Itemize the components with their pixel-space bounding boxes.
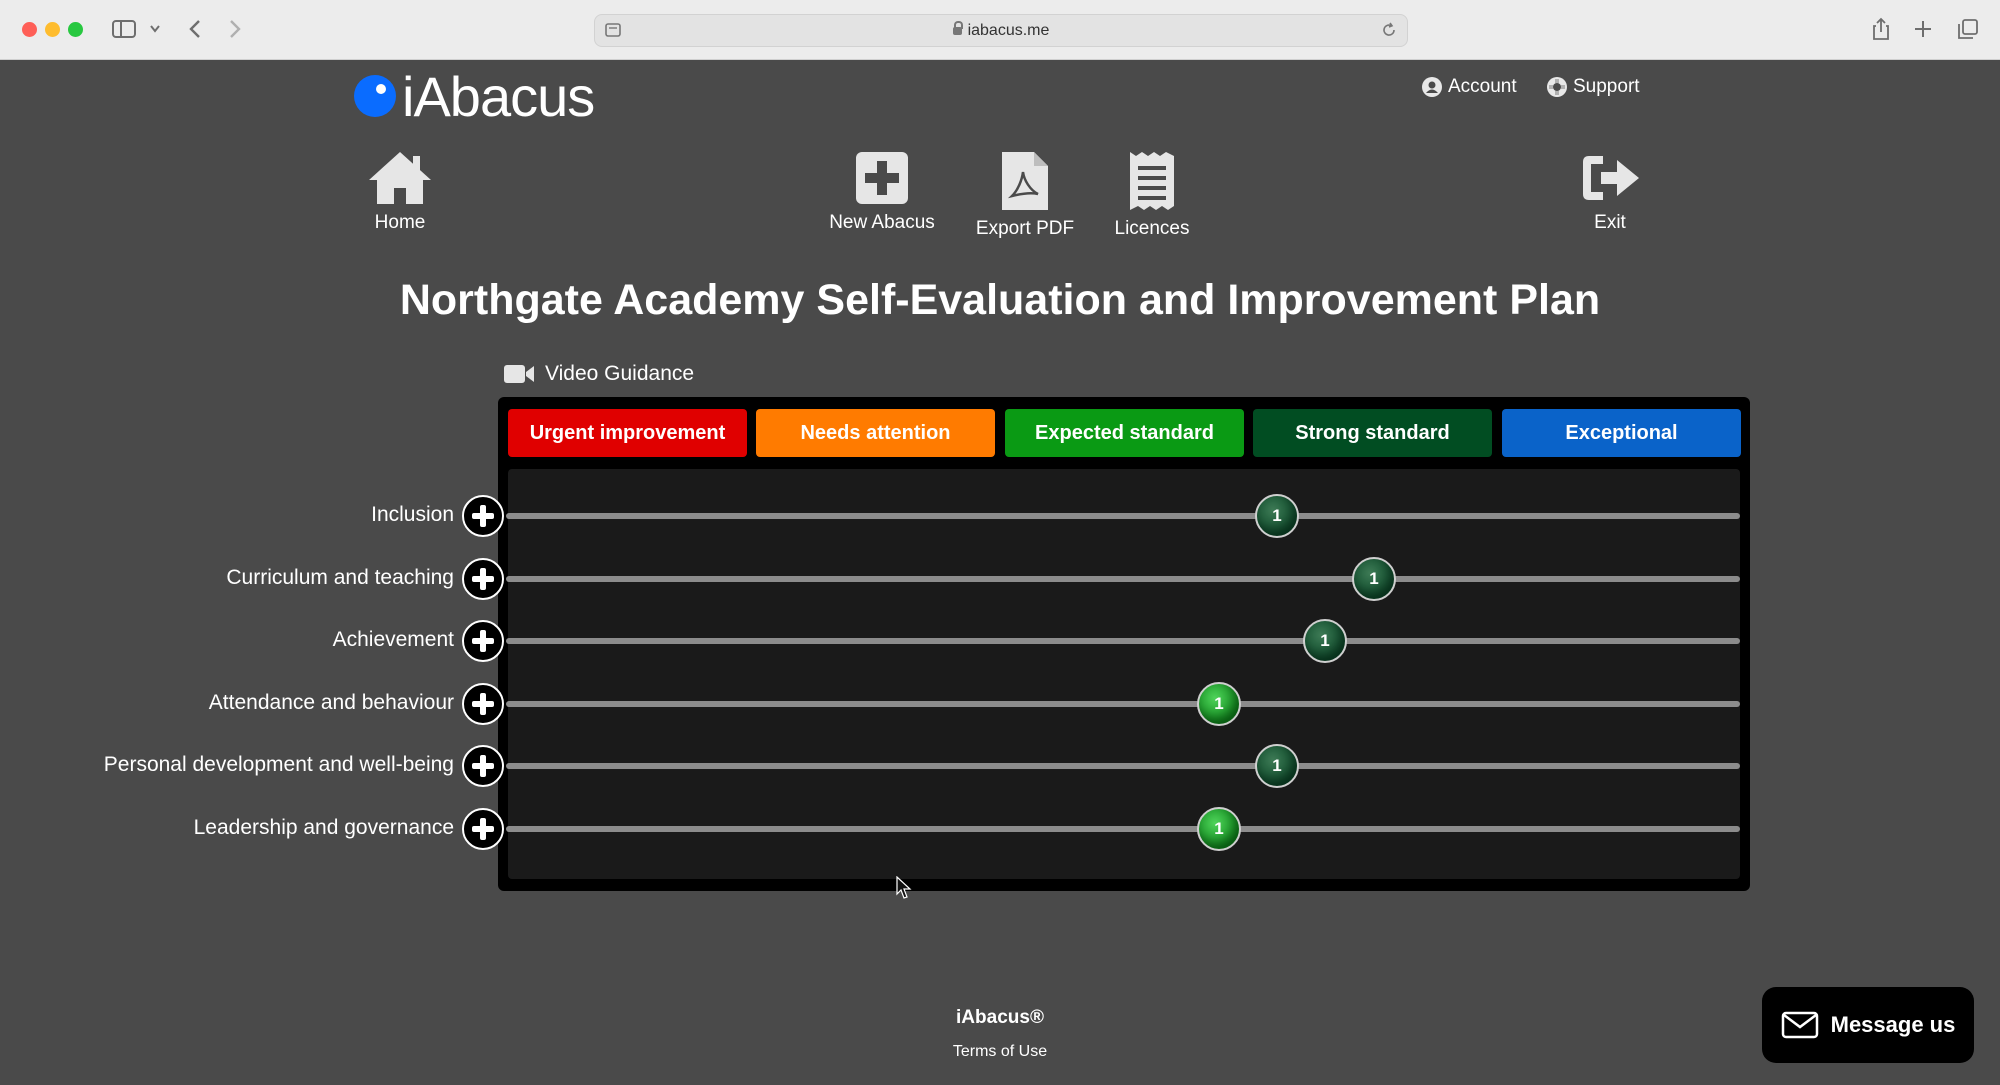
abacus-bead[interactable]: 1: [1197, 682, 1241, 726]
lifebuoy-icon: [1547, 77, 1567, 97]
row-rail: [506, 763, 1740, 769]
abacus-bead[interactable]: 1: [1197, 807, 1241, 851]
add-bead-button[interactable]: [462, 620, 504, 662]
footer-brand: iAbacus®: [956, 1007, 1044, 1028]
add-bead-button[interactable]: [462, 558, 504, 600]
row-label: Leadership and governance: [193, 816, 454, 839]
nav-exit[interactable]: Exit: [1570, 150, 1650, 234]
abacus-bead[interactable]: 1: [1303, 619, 1347, 663]
stage-needs-attention[interactable]: Needs attention: [756, 409, 995, 457]
row-rail: [506, 701, 1740, 707]
row-rail: [506, 513, 1740, 519]
minimize-window-button[interactable]: [45, 22, 60, 37]
row-label: Personal development and well-being: [103, 753, 454, 776]
tab-overview-icon[interactable]: [1958, 19, 1978, 39]
nav-export-pdf[interactable]: Export PDF: [970, 150, 1080, 240]
logo-dot-icon: [354, 75, 396, 117]
user-circle-icon: [1422, 77, 1442, 97]
add-bead-button[interactable]: [462, 495, 504, 537]
address-bar[interactable]: iabacus.me: [594, 14, 1408, 47]
back-icon[interactable]: [188, 19, 202, 39]
chevron-down-icon[interactable]: [150, 25, 160, 33]
row-label: Inclusion: [371, 503, 454, 526]
row-label: Curriculum and teaching: [226, 566, 454, 589]
zoom-window-button[interactable]: [68, 22, 83, 37]
support-link[interactable]: Support: [1547, 76, 1640, 98]
url-text: iabacus.me: [595, 21, 1407, 40]
nav-new-abacus[interactable]: New Abacus: [826, 150, 938, 234]
stage-expected-standard[interactable]: Expected standard: [1005, 409, 1244, 457]
add-bead-button[interactable]: [462, 683, 504, 725]
add-bead-button[interactable]: [462, 808, 504, 850]
share-icon[interactable]: [1872, 17, 1890, 41]
row-label: Attendance and behaviour: [208, 691, 454, 714]
reload-icon[interactable]: [1381, 22, 1397, 38]
abacus-bead[interactable]: 1: [1352, 557, 1396, 601]
plus-square-icon: [856, 152, 908, 204]
sidebar-icon[interactable]: [112, 19, 136, 39]
add-bead-button[interactable]: [462, 745, 504, 787]
receipt-icon: [1130, 152, 1174, 210]
page-title: Northgate Academy Self-Evaluation and Im…: [399, 276, 1601, 324]
stage-strong-standard[interactable]: Strong standard: [1253, 409, 1492, 457]
abacus-bead[interactable]: 1: [1255, 494, 1299, 538]
nav-home[interactable]: Home: [360, 150, 440, 234]
message-us-button[interactable]: Message us: [1762, 987, 1974, 1063]
envelope-icon: [1781, 1011, 1818, 1039]
mouse-cursor-icon: [896, 876, 912, 899]
video-guidance-link[interactable]: Video Guidance: [503, 362, 694, 386]
row-rail: [506, 638, 1740, 644]
abacus-board: Urgent improvement Needs attention Expec…: [498, 397, 1750, 891]
terms-of-use-link[interactable]: Terms of Use: [0, 1043, 2000, 1061]
stage-exceptional[interactable]: Exceptional: [1502, 409, 1741, 457]
pdf-file-icon: [1002, 152, 1048, 210]
row-rail: [506, 576, 1740, 582]
lock-icon: [952, 21, 963, 35]
row-rail: [506, 826, 1740, 832]
iabacus-logo[interactable]: iAbacus: [354, 65, 595, 128]
close-window-button[interactable]: [22, 22, 37, 37]
account-link[interactable]: Account: [1422, 76, 1517, 98]
nav-licences[interactable]: Licences: [1108, 150, 1196, 240]
new-tab-icon[interactable]: [1914, 20, 1932, 38]
sign-out-icon: [1583, 156, 1639, 200]
row-label: Achievement: [332, 628, 454, 651]
abacus-bead[interactable]: 1: [1255, 744, 1299, 788]
browser-toolbar: iabacus.me: [0, 0, 2000, 60]
home-icon: [369, 152, 431, 204]
track-area: [508, 469, 1740, 879]
stage-urgent-improvement[interactable]: Urgent improvement: [508, 409, 747, 457]
video-camera-icon: [504, 365, 534, 383]
forward-icon[interactable]: [228, 19, 242, 39]
